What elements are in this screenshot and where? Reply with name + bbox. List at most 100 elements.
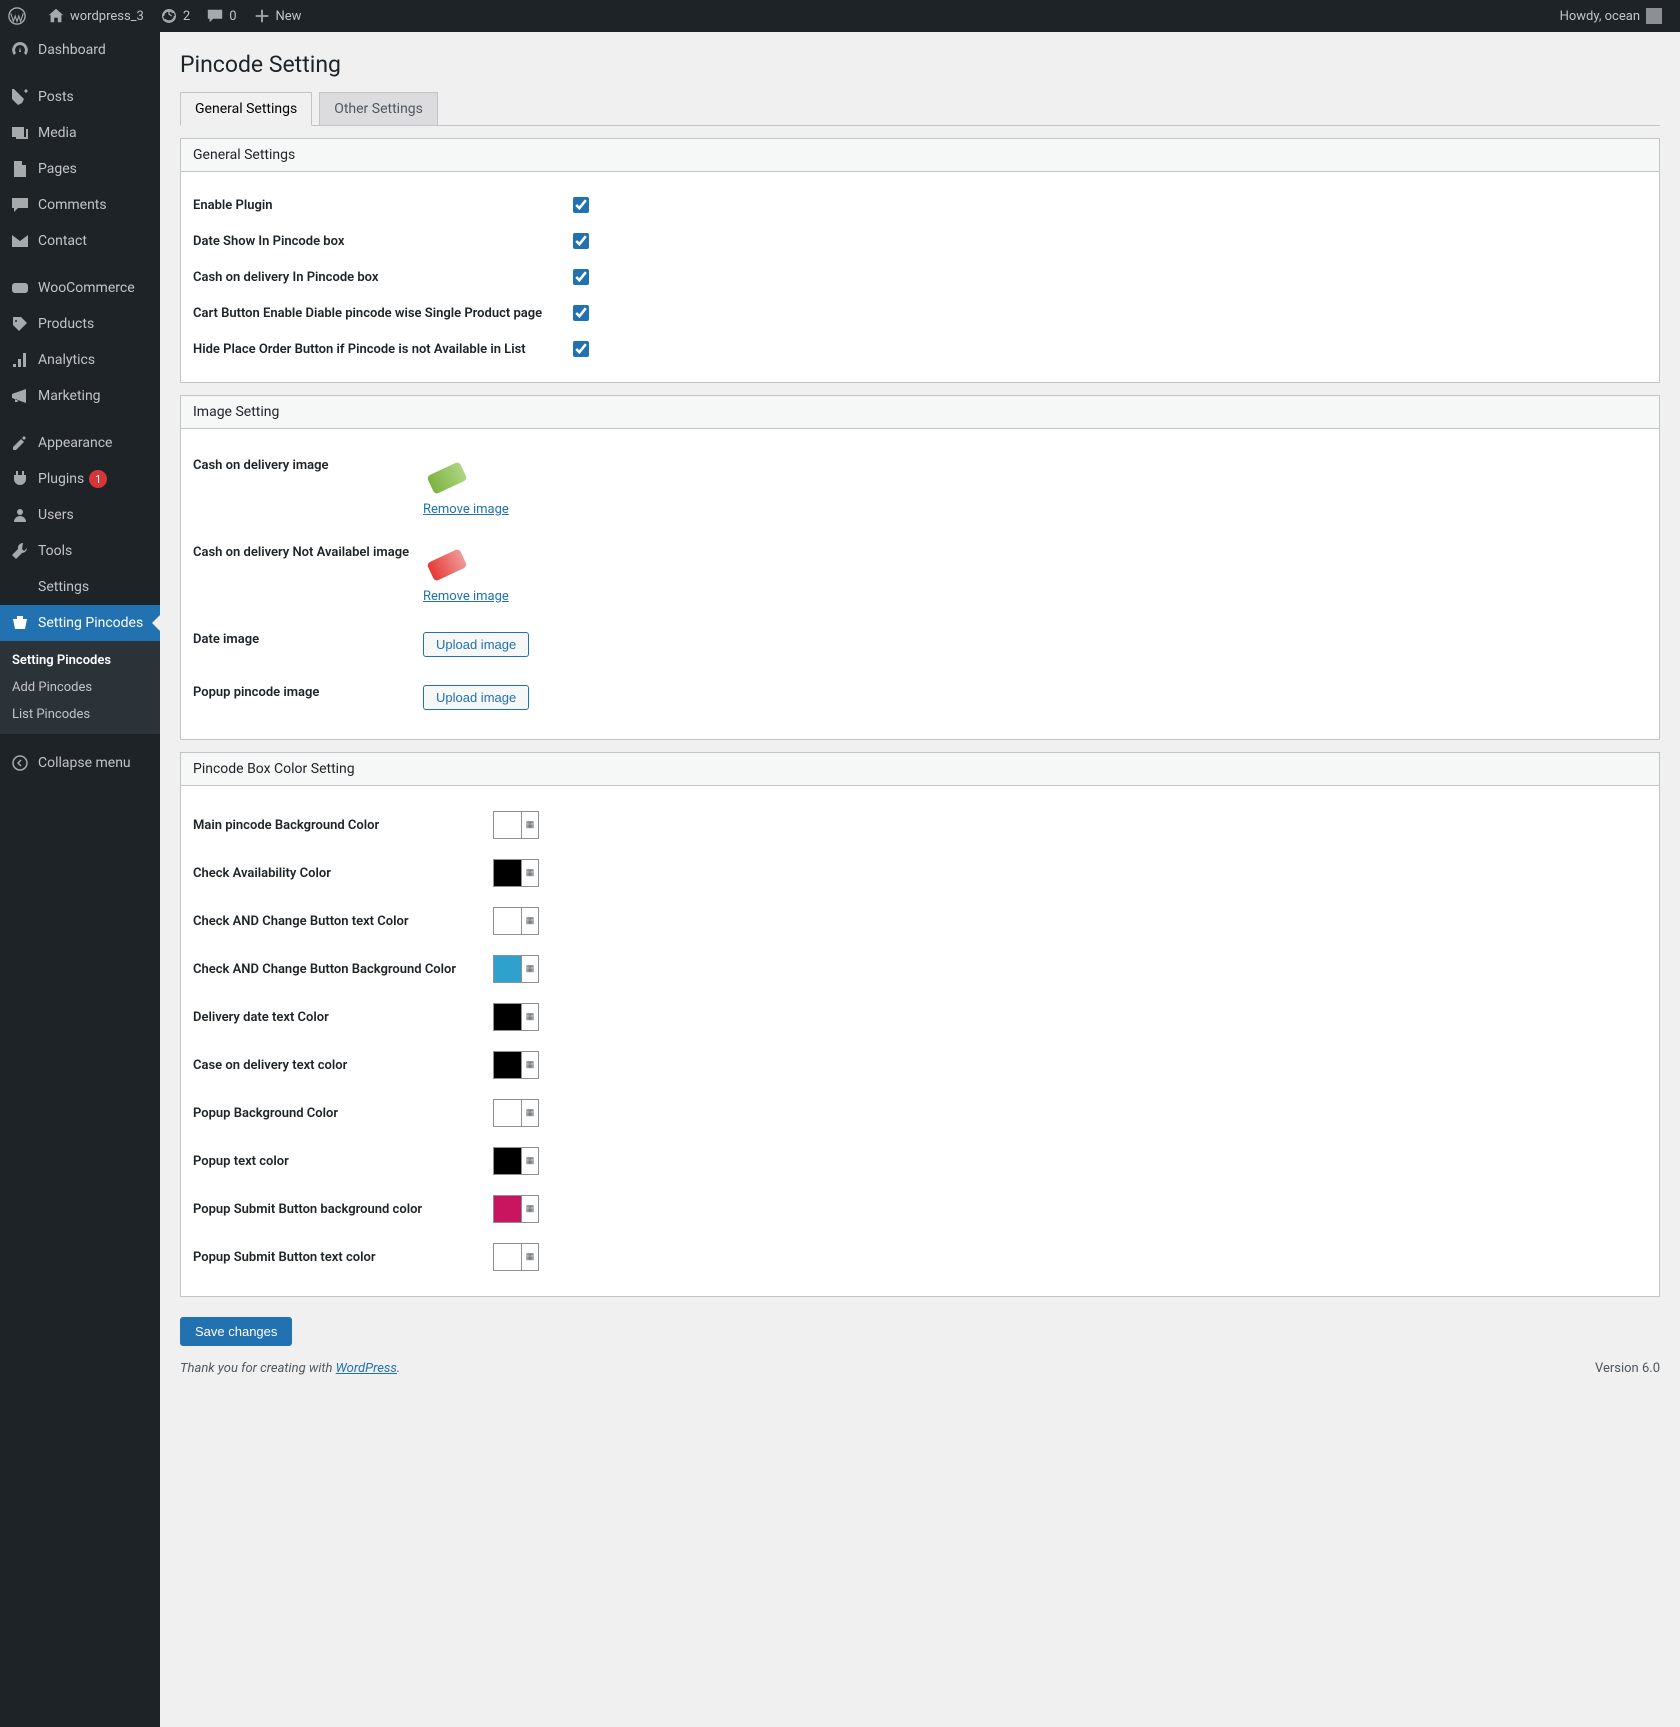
color-label: Popup Background Color <box>193 1106 493 1121</box>
color-picker-icon: ▦ <box>522 1004 538 1030</box>
submenu-setting-pincodes-item[interactable]: Setting Pincodes <box>0 647 160 674</box>
submenu-add-pincodes[interactable]: Add Pincodes <box>0 674 160 701</box>
color-label: Check AND Change Button Background Color <box>193 962 493 977</box>
color-picker-icon: ▦ <box>522 812 538 838</box>
menu-media[interactable]: Media <box>0 115 160 151</box>
menu-contact[interactable]: Contact <box>0 223 160 259</box>
panel-general-header: General Settings <box>181 139 1659 172</box>
menu-plugins[interactable]: Plugins1 <box>0 461 160 497</box>
color-input[interactable]: ▦ <box>493 1003 539 1031</box>
menu-setting-pincodes[interactable]: Setting Pincodes <box>0 605 160 641</box>
color-picker-icon: ▦ <box>522 908 538 934</box>
color-picker-icon: ▦ <box>522 1196 538 1222</box>
label-date-show: Date Show In Pincode box <box>193 234 573 249</box>
color-swatch <box>494 812 522 838</box>
account[interactable]: Howdy, ocean <box>1552 0 1670 32</box>
color-input[interactable]: ▦ <box>493 1195 539 1223</box>
color-picker-icon: ▦ <box>522 1052 538 1078</box>
thumb-cod-na-image <box>423 545 471 585</box>
color-swatch <box>494 1052 522 1078</box>
color-swatch <box>494 860 522 886</box>
wordpress-link[interactable]: WordPress <box>336 1361 397 1376</box>
menu-dashboard[interactable]: Dashboard <box>0 32 160 68</box>
color-swatch <box>494 1100 522 1126</box>
color-label: Popup text color <box>193 1154 493 1169</box>
color-label: Main pincode Background Color <box>193 818 493 833</box>
menu-settings[interactable]: Settings <box>0 569 160 605</box>
label-date-image: Date image <box>193 632 423 647</box>
label-cod-na-image: Cash on delivery Not Availabel image <box>193 545 423 560</box>
color-picker-icon: ▦ <box>522 1100 538 1126</box>
color-label: Popup Submit Button text color <box>193 1250 493 1265</box>
label-cod-image: Cash on delivery image <box>193 458 423 473</box>
menu-woocommerce[interactable]: WooCommerce <box>0 270 160 306</box>
upload-date-image[interactable]: Upload image <box>423 632 529 657</box>
color-swatch <box>494 956 522 982</box>
color-swatch <box>494 1148 522 1174</box>
color-label: Check AND Change Button text Color <box>193 914 493 929</box>
menu-posts[interactable]: Posts <box>0 79 160 115</box>
menu-products[interactable]: Products <box>0 306 160 342</box>
submenu-setting-pincodes: Setting Pincodes Add Pincodes List Pinco… <box>0 641 160 734</box>
panel-general: General Settings Enable Plugin Date Show… <box>180 138 1660 383</box>
color-picker-icon: ▦ <box>522 956 538 982</box>
label-popup-image: Popup pincode image <box>193 685 423 700</box>
color-swatch <box>494 1196 522 1222</box>
footer-version: Version 6.0 <box>1595 1361 1660 1376</box>
submenu-list-pincodes[interactable]: List Pincodes <box>0 701 160 728</box>
label-cod: Cash on delivery In Pincode box <box>193 270 573 285</box>
color-picker-icon: ▦ <box>522 860 538 886</box>
color-picker-icon: ▦ <box>522 1148 538 1174</box>
updates[interactable]: 2 <box>152 0 198 32</box>
checkbox-hide-place-order[interactable] <box>573 341 589 357</box>
color-label: Delivery date text Color <box>193 1010 493 1025</box>
tab-general[interactable]: General Settings <box>180 92 312 126</box>
color-swatch <box>494 1004 522 1030</box>
menu-pages[interactable]: Pages <box>0 151 160 187</box>
remove-cod-image[interactable]: Remove image <box>423 502 509 517</box>
label-hide-place-order: Hide Place Order Button if Pincode is no… <box>193 342 573 357</box>
page-title: Pincode Setting <box>180 42 1660 82</box>
menu-appearance[interactable]: Appearance <box>0 425 160 461</box>
color-picker-icon: ▦ <box>522 1244 538 1270</box>
label-cart-button: Cart Button Enable Diable pincode wise S… <box>193 306 573 321</box>
color-input[interactable]: ▦ <box>493 907 539 935</box>
new-content[interactable]: New <box>245 0 310 32</box>
menu-users[interactable]: Users <box>0 497 160 533</box>
plugins-badge: 1 <box>89 470 107 488</box>
color-input[interactable]: ▦ <box>493 1147 539 1175</box>
color-input[interactable]: ▦ <box>493 859 539 887</box>
color-input[interactable]: ▦ <box>493 1243 539 1271</box>
remove-cod-na-image[interactable]: Remove image <box>423 589 509 604</box>
color-label: Check Availability Color <box>193 866 493 881</box>
panel-images: Image Setting Cash on delivery image Rem… <box>180 395 1660 740</box>
thumb-cod-image <box>423 458 471 498</box>
menu-marketing[interactable]: Marketing <box>0 378 160 414</box>
site-name[interactable]: wordpress_3 <box>39 0 152 32</box>
checkbox-cod[interactable] <box>573 269 589 285</box>
label-enable-plugin: Enable Plugin <box>193 198 573 213</box>
save-button[interactable]: Save changes <box>180 1317 292 1346</box>
panel-colors-header: Pincode Box Color Setting <box>181 753 1659 786</box>
color-input[interactable]: ▦ <box>493 1099 539 1127</box>
panel-images-header: Image Setting <box>181 396 1659 429</box>
menu-analytics[interactable]: Analytics <box>0 342 160 378</box>
upload-popup-image[interactable]: Upload image <box>423 685 529 710</box>
tab-other[interactable]: Other Settings <box>319 92 438 126</box>
color-swatch <box>494 1244 522 1270</box>
color-input[interactable]: ▦ <box>493 1051 539 1079</box>
color-input[interactable]: ▦ <box>493 811 539 839</box>
color-input[interactable]: ▦ <box>493 955 539 983</box>
panel-colors: Pincode Box Color Setting Main pincode B… <box>180 752 1660 1297</box>
comments-count[interactable]: 0 <box>198 0 244 32</box>
checkbox-enable-plugin[interactable] <box>573 197 589 213</box>
menu-collapse[interactable]: Collapse menu <box>0 745 160 781</box>
footer-thanks: Thank you for creating with WordPress. <box>180 1361 400 1376</box>
menu-tools[interactable]: Tools <box>0 533 160 569</box>
color-label: Popup Submit Button background color <box>193 1202 493 1217</box>
menu-comments[interactable]: Comments <box>0 187 160 223</box>
tabs: General Settings Other Settings <box>180 92 1660 126</box>
checkbox-date-show[interactable] <box>573 233 589 249</box>
checkbox-cart-button[interactable] <box>573 305 589 321</box>
wp-logo[interactable] <box>0 0 39 32</box>
